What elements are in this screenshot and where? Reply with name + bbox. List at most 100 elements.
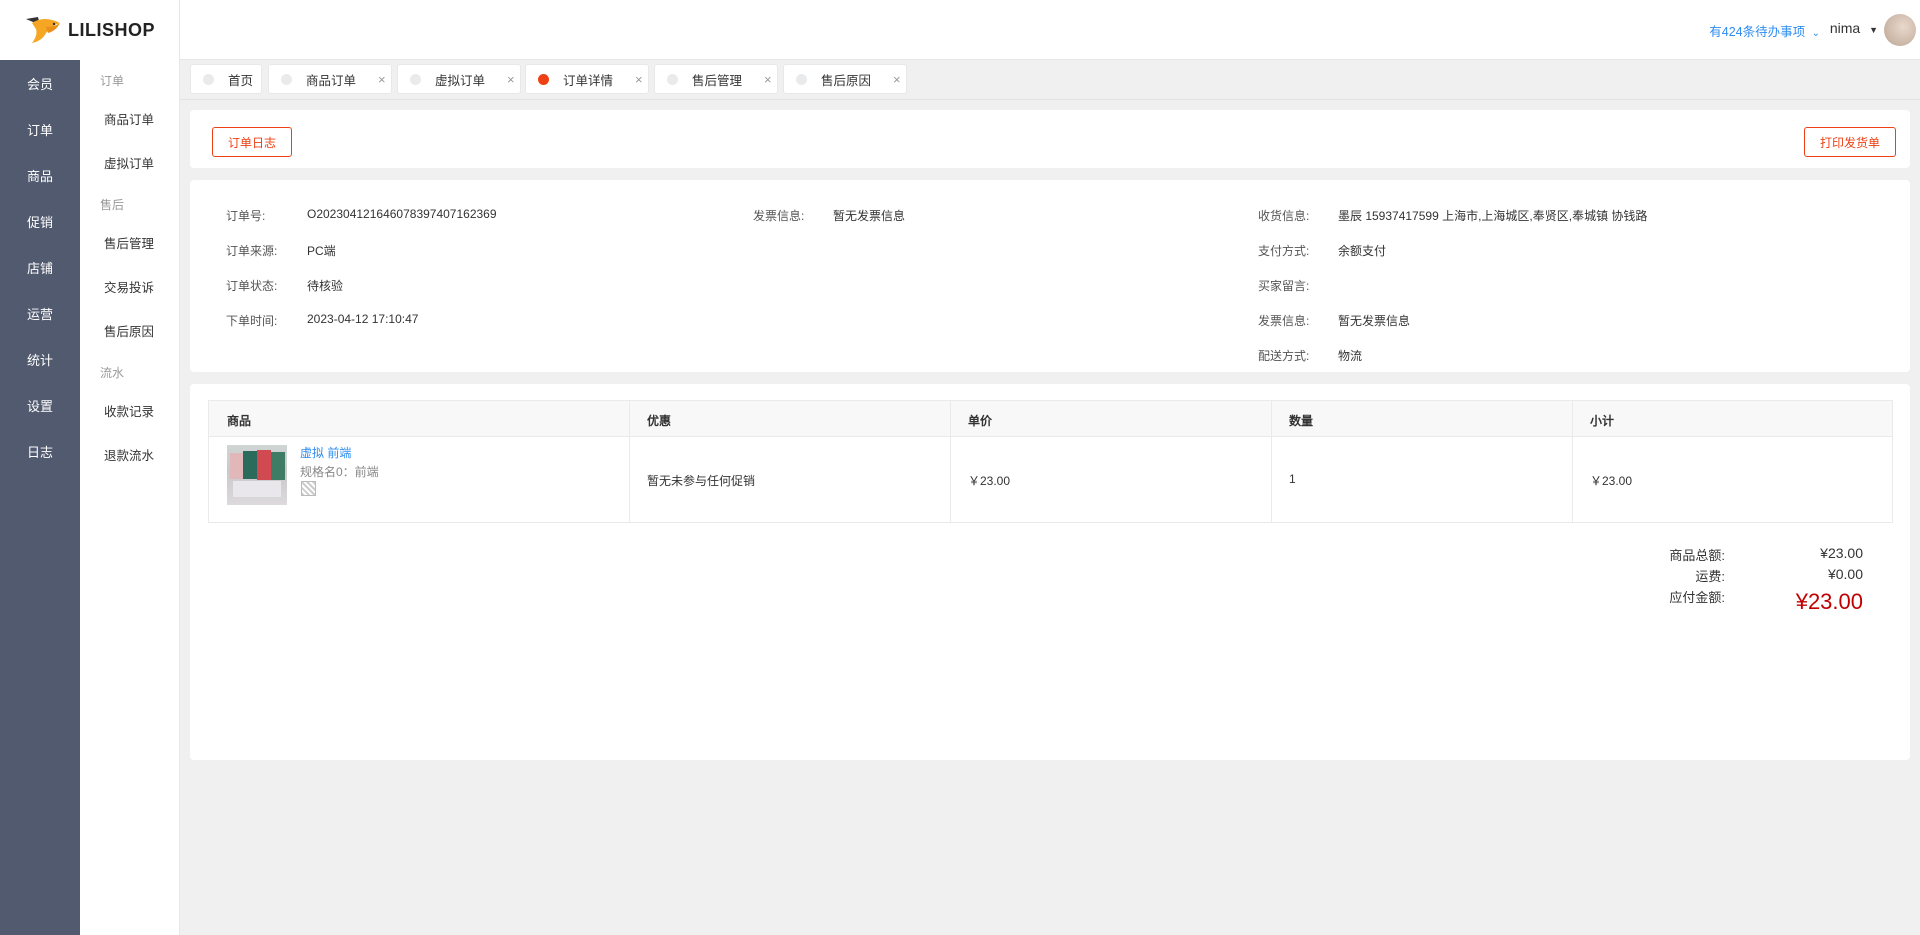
invoice-label: 发票信息: xyxy=(753,209,805,223)
todo-label: 有424条待办事项 xyxy=(1709,25,1806,39)
sidebar-item-operation[interactable]: 运营 xyxy=(0,290,80,336)
tab-after-sale-reason[interactable]: 售后原因 × xyxy=(783,64,907,94)
delivery-label: 配送方式: xyxy=(1258,349,1310,363)
time-label: 下单时间: xyxy=(226,314,278,328)
tab-label: 虚拟订单 xyxy=(435,73,486,88)
username: nima xyxy=(1829,20,1861,36)
image-swatch xyxy=(233,481,281,497)
status-label: 订单状态: xyxy=(226,279,278,293)
invoice2-label: 发票信息: xyxy=(1258,314,1310,328)
tab-label: 订单详情 xyxy=(563,73,614,88)
time-value: 2023-04-12 17:10:47 xyxy=(307,312,419,326)
image-swatch xyxy=(257,450,271,480)
status-value: 待核验 xyxy=(307,279,344,293)
tab-after-sale-manage[interactable]: 售后管理 × xyxy=(654,64,778,94)
menu-after-sale-manage[interactable]: 售后管理 xyxy=(80,220,179,264)
delivery-value: 物流 xyxy=(1338,349,1363,363)
order-info-panel: 订单号: O202304121646078397407162369 订单来源: … xyxy=(190,180,1910,372)
remark-label: 买家留言: xyxy=(1258,279,1310,293)
pay-label: 支付方式: xyxy=(1258,244,1310,258)
image-swatch xyxy=(230,453,244,479)
primary-sidebar: 会员 订单 商品 促销 店铺 运营 统计 设置 日志 xyxy=(0,60,80,935)
tab-dot xyxy=(203,73,214,85)
th-subtotal: 小计 xyxy=(1590,414,1615,428)
avatar[interactable] xyxy=(1884,14,1916,46)
group-flow: 流水 xyxy=(100,366,125,380)
bird-logo-icon xyxy=(25,17,60,43)
secondary-sidebar: 订单 商品订单 虚拟订单 售后 售后管理 交易投诉 售后原因 流水 收款记录 退… xyxy=(80,60,180,935)
qr-code-icon[interactable] xyxy=(301,481,316,496)
goods-total-value: ¥23.00 xyxy=(1820,545,1863,561)
menu-refunds[interactable]: 退款流水 xyxy=(80,432,179,476)
tab-order-detail[interactable]: 订单详情 × xyxy=(525,64,649,94)
sidebar-item-order[interactable]: 订单 xyxy=(0,106,80,152)
goods-total-label: 商品总额: xyxy=(1669,548,1725,563)
tab-dot xyxy=(796,73,807,85)
th-price: 单价 xyxy=(968,414,993,428)
caret-down-icon: ▼ xyxy=(1869,25,1878,35)
sidebar-item-statistics[interactable]: 统计 xyxy=(0,336,80,382)
close-icon[interactable]: × xyxy=(507,72,515,87)
menu-complaint[interactable]: 交易投诉 xyxy=(80,264,179,308)
close-icon[interactable]: × xyxy=(378,72,386,87)
source-label: 订单来源: xyxy=(226,244,278,258)
logo[interactable]: LILISHOP xyxy=(0,0,180,60)
sidebar-item-settings[interactable]: 设置 xyxy=(0,382,80,428)
goods-table: 商品 优惠 单价 数量 小计 虚拟 前端 规格名0：前端 暂无未参与任何促销 ￥… xyxy=(208,400,1893,523)
th-qty: 数量 xyxy=(1289,414,1314,428)
tab-active-dot xyxy=(538,73,549,85)
sidebar-item-promotion[interactable]: 促销 xyxy=(0,198,80,244)
order-log-button[interactable]: 订单日志 xyxy=(212,127,292,157)
invoice2-value: 暂无发票信息 xyxy=(1338,314,1411,328)
order-no-label: 订单号: xyxy=(226,209,266,223)
pay-value: 余额支付 xyxy=(1338,244,1387,258)
th-promo: 优惠 xyxy=(647,414,672,428)
product-name-link[interactable]: 虚拟 前端 xyxy=(300,444,351,461)
action-panel: 订单日志 打印发货单 xyxy=(190,110,1910,168)
tab-dot xyxy=(410,73,421,85)
payable-value: ¥23.00 xyxy=(1795,589,1863,614)
group-order: 订单 xyxy=(100,74,125,88)
todo-dropdown[interactable]: 有424条待办事项 ⌄ xyxy=(1709,21,1820,40)
tab-label: 售后原因 xyxy=(821,73,872,88)
image-swatch xyxy=(271,452,285,480)
tab-label: 售后管理 xyxy=(692,73,743,88)
tab-home[interactable]: 首页 xyxy=(190,64,262,94)
tab-goods-order[interactable]: 商品订单 × xyxy=(268,64,392,94)
tab-dot xyxy=(667,73,678,85)
product-image[interactable] xyxy=(227,445,287,505)
order-no-value: O202304121646078397407162369 xyxy=(307,207,497,221)
close-icon[interactable]: × xyxy=(635,72,643,87)
close-icon[interactable]: × xyxy=(764,72,772,87)
menu-after-sale-reason[interactable]: 售后原因 xyxy=(80,308,179,352)
menu-goods-order[interactable]: 商品订单 xyxy=(80,96,179,140)
sidebar-item-store[interactable]: 店铺 xyxy=(0,244,80,290)
top-header: 有424条待办事项 ⌄ nima ▼ xyxy=(180,0,1920,60)
tab-bar: 首页 商品订单 × 虚拟订单 × 订单详情 × 售后管理 × 售后原因 × xyxy=(180,60,1920,100)
qty-cell: 1 xyxy=(1289,472,1296,486)
promo-cell: 暂无未参与任何促销 xyxy=(647,474,756,488)
tab-label: 商品订单 xyxy=(306,73,357,88)
sidebar-item-member[interactable]: 会员 xyxy=(0,60,80,106)
group-after-sale: 售后 xyxy=(100,198,125,212)
sidebar-item-log[interactable]: 日志 xyxy=(0,428,80,474)
tab-virtual-order[interactable]: 虚拟订单 × xyxy=(397,64,521,94)
receiver-value: 墨辰 15937417599 上海市,上海城区,奉贤区,奉城镇 协钱路 xyxy=(1338,209,1648,223)
tab-label: 首页 xyxy=(228,73,254,88)
invoice-value: 暂无发票信息 xyxy=(833,209,906,223)
menu-receipts[interactable]: 收款记录 xyxy=(80,388,179,432)
menu-virtual-order[interactable]: 虚拟订单 xyxy=(80,140,179,184)
user-menu[interactable]: nima ▼ xyxy=(1830,20,1878,36)
sidebar-item-goods[interactable]: 商品 xyxy=(0,152,80,198)
tab-dot xyxy=(281,73,292,85)
print-invoice-button[interactable]: 打印发货单 xyxy=(1804,127,1896,157)
source-value: PC端 xyxy=(307,244,336,258)
logo-text: LILISHOP xyxy=(67,19,155,40)
image-swatch xyxy=(243,451,257,479)
price-cell: ￥23.00 xyxy=(968,474,1011,488)
table-header: 商品 优惠 单价 数量 小计 xyxy=(209,401,1892,437)
receiver-label: 收货信息: xyxy=(1258,209,1310,223)
subtotal-cell: ￥23.00 xyxy=(1590,474,1633,488)
freight-value: ¥0.00 xyxy=(1827,566,1863,582)
close-icon[interactable]: × xyxy=(893,72,901,87)
